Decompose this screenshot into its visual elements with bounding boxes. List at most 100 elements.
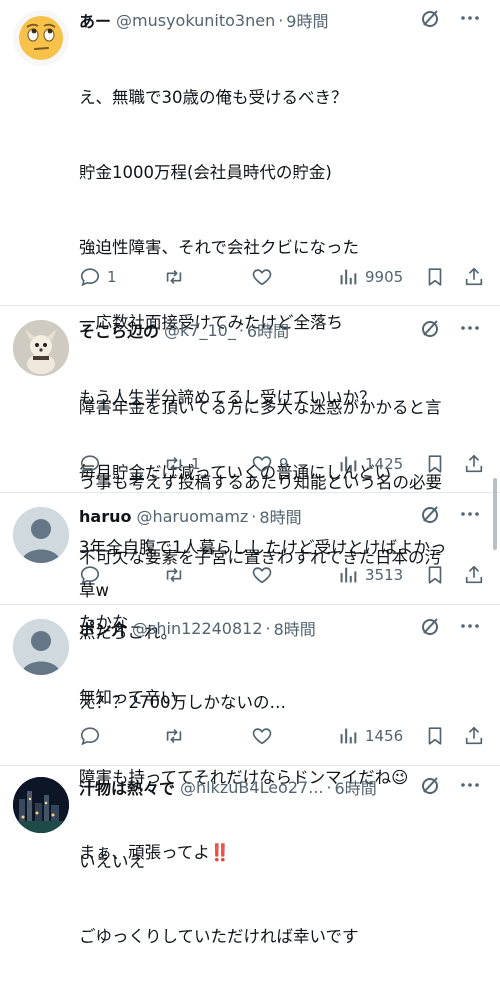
avatar[interactable] bbox=[13, 507, 69, 563]
tweet[interactable]: そこら辺の @k7_10_ · 6時間 障害年金を頂いてる方に多大な迷惑がかかる… bbox=[0, 305, 500, 642]
separator-dot: · bbox=[251, 506, 257, 526]
timestamp[interactable]: 8時間 bbox=[259, 504, 301, 528]
tweet-header: 汁物は熱々で @hlkzuB4Leo27... · 6時間 bbox=[79, 773, 480, 801]
retweet-button[interactable]: 1 bbox=[163, 451, 201, 477]
like-icon bbox=[252, 456, 272, 473]
display-name[interactable]: ポン介 bbox=[79, 616, 127, 640]
tweet-text: いえいえ ごゆっくりしていただければ幸いです bbox=[79, 799, 486, 999]
reply-button[interactable]: 1 bbox=[79, 264, 117, 290]
retweet-button[interactable] bbox=[163, 723, 191, 749]
reply-button[interactable] bbox=[79, 451, 107, 477]
mute-icon[interactable] bbox=[420, 504, 440, 524]
text-line: いえいえ bbox=[79, 852, 145, 871]
timestamp[interactable]: 8時間 bbox=[274, 616, 316, 640]
share-icon bbox=[465, 565, 483, 584]
views-icon bbox=[340, 269, 357, 285]
share-icon bbox=[465, 454, 483, 473]
text-line: え、無職で30歳の俺も受けるべき？ bbox=[79, 88, 348, 107]
display-name[interactable]: あー bbox=[79, 8, 111, 32]
display-name[interactable]: 汁物は熱々で bbox=[79, 775, 175, 799]
views-button[interactable]: 3513 bbox=[337, 562, 403, 588]
share-button[interactable] bbox=[463, 451, 485, 477]
timestamp[interactable]: 6時間 bbox=[247, 318, 289, 342]
views-icon bbox=[340, 456, 357, 472]
separator-dot: · bbox=[278, 10, 284, 30]
bookmark-button[interactable] bbox=[424, 562, 446, 588]
display-name[interactable]: そこら辺の bbox=[79, 318, 159, 342]
bookmark-icon bbox=[428, 455, 442, 473]
night-city-photo-icon bbox=[13, 777, 69, 833]
reply-button[interactable] bbox=[79, 562, 107, 588]
user-handle[interactable]: @k7_10_ bbox=[164, 321, 236, 340]
bookmark-button[interactable] bbox=[424, 451, 446, 477]
views-button[interactable]: 9905 bbox=[337, 264, 403, 290]
share-button[interactable] bbox=[463, 562, 485, 588]
tweet-header: ポン介 @shin12240812 · 8時間 bbox=[79, 614, 480, 642]
mute-icon[interactable] bbox=[420, 616, 440, 636]
tweet-header: あー @musyokunito3nen · 9時間 bbox=[79, 6, 480, 34]
reply-icon bbox=[80, 566, 100, 585]
more-icon[interactable] bbox=[460, 504, 480, 524]
view-count: 1425 bbox=[365, 455, 404, 473]
user-handle[interactable]: @musyokunito3nen bbox=[116, 11, 275, 30]
like-button[interactable]: 9 bbox=[251, 451, 289, 477]
text-line: ごゆっくりしていただければ幸いです bbox=[79, 927, 359, 946]
view-count: 3513 bbox=[365, 566, 404, 584]
timestamp[interactable]: 9時間 bbox=[286, 8, 328, 32]
scrollbar[interactable] bbox=[493, 478, 497, 550]
more-icon[interactable] bbox=[460, 775, 480, 795]
retweet-icon bbox=[166, 456, 182, 472]
reply-icon bbox=[80, 727, 100, 746]
more-icon[interactable] bbox=[460, 616, 480, 636]
tweet-actions: 1 9905 bbox=[79, 264, 486, 290]
mute-icon[interactable] bbox=[420, 775, 440, 795]
reply-button[interactable] bbox=[79, 723, 107, 749]
tweet-actions: 1 9 1425 bbox=[79, 451, 486, 477]
mute-icon[interactable] bbox=[420, 8, 440, 28]
text-line: 強迫性障害、それで会社クビになった bbox=[79, 238, 360, 257]
bookmark-button[interactable] bbox=[424, 264, 446, 290]
avatar[interactable] bbox=[13, 10, 69, 66]
avatar[interactable] bbox=[13, 619, 69, 675]
more-icon[interactable] bbox=[460, 318, 480, 338]
like-button[interactable] bbox=[251, 264, 279, 290]
like-button[interactable] bbox=[251, 562, 279, 588]
like-icon bbox=[252, 728, 272, 745]
display-name[interactable]: haruo bbox=[79, 507, 131, 526]
views-icon bbox=[340, 567, 357, 583]
timestamp[interactable]: 6時間 bbox=[335, 775, 377, 799]
separator-dot: · bbox=[238, 320, 244, 340]
retweet-button[interactable] bbox=[163, 264, 191, 290]
avatar[interactable] bbox=[13, 777, 69, 833]
view-count: 9905 bbox=[365, 268, 404, 286]
user-handle[interactable]: @haruomamz bbox=[136, 507, 248, 526]
mute-icon[interactable] bbox=[420, 318, 440, 338]
reply-icon bbox=[80, 268, 100, 287]
views-icon bbox=[340, 728, 357, 744]
bookmark-button[interactable] bbox=[424, 723, 446, 749]
share-icon bbox=[465, 267, 483, 286]
user-handle[interactable]: @hlkzuB4Leo27... bbox=[180, 778, 323, 797]
reply-count: 1 bbox=[107, 268, 117, 286]
retweet-button[interactable] bbox=[163, 562, 191, 588]
text-line: 障害年金を頂いてる方に多大な迷惑がかかると言 bbox=[79, 398, 442, 417]
default-avatar-icon bbox=[13, 619, 69, 675]
avatar[interactable] bbox=[13, 320, 69, 376]
tweet[interactable]: あー @musyokunito3nen · 9時間 え、無職で30歳の俺も受ける… bbox=[0, 0, 500, 707]
share-button[interactable] bbox=[463, 264, 485, 290]
tweet[interactable]: haruo @haruomamz · 8時間 草w 3513 bbox=[0, 492, 500, 605]
separator-dot: · bbox=[326, 777, 332, 797]
tweet-header: haruo @haruomamz · 8時間 bbox=[79, 502, 480, 530]
retweet-icon bbox=[166, 567, 182, 583]
more-icon[interactable] bbox=[460, 8, 480, 28]
tweet[interactable]: 汁物は熱々で @hlkzuB4Leo27... · 6時間 いえいえ ごゆっくり… bbox=[0, 765, 500, 946]
user-handle[interactable]: @shin12240812 bbox=[132, 619, 263, 638]
share-button[interactable] bbox=[463, 723, 485, 749]
like-button[interactable] bbox=[251, 723, 279, 749]
bookmark-icon bbox=[428, 566, 442, 584]
tweet-actions: 1456 bbox=[79, 723, 486, 749]
views-button[interactable]: 1425 bbox=[337, 451, 403, 477]
tweet[interactable]: ポン介 @shin12240812 · 8時間 え？？2700万しかないの… 障… bbox=[0, 604, 500, 862]
tweet-actions: 3513 bbox=[79, 562, 486, 588]
views-button[interactable]: 1456 bbox=[337, 723, 403, 749]
